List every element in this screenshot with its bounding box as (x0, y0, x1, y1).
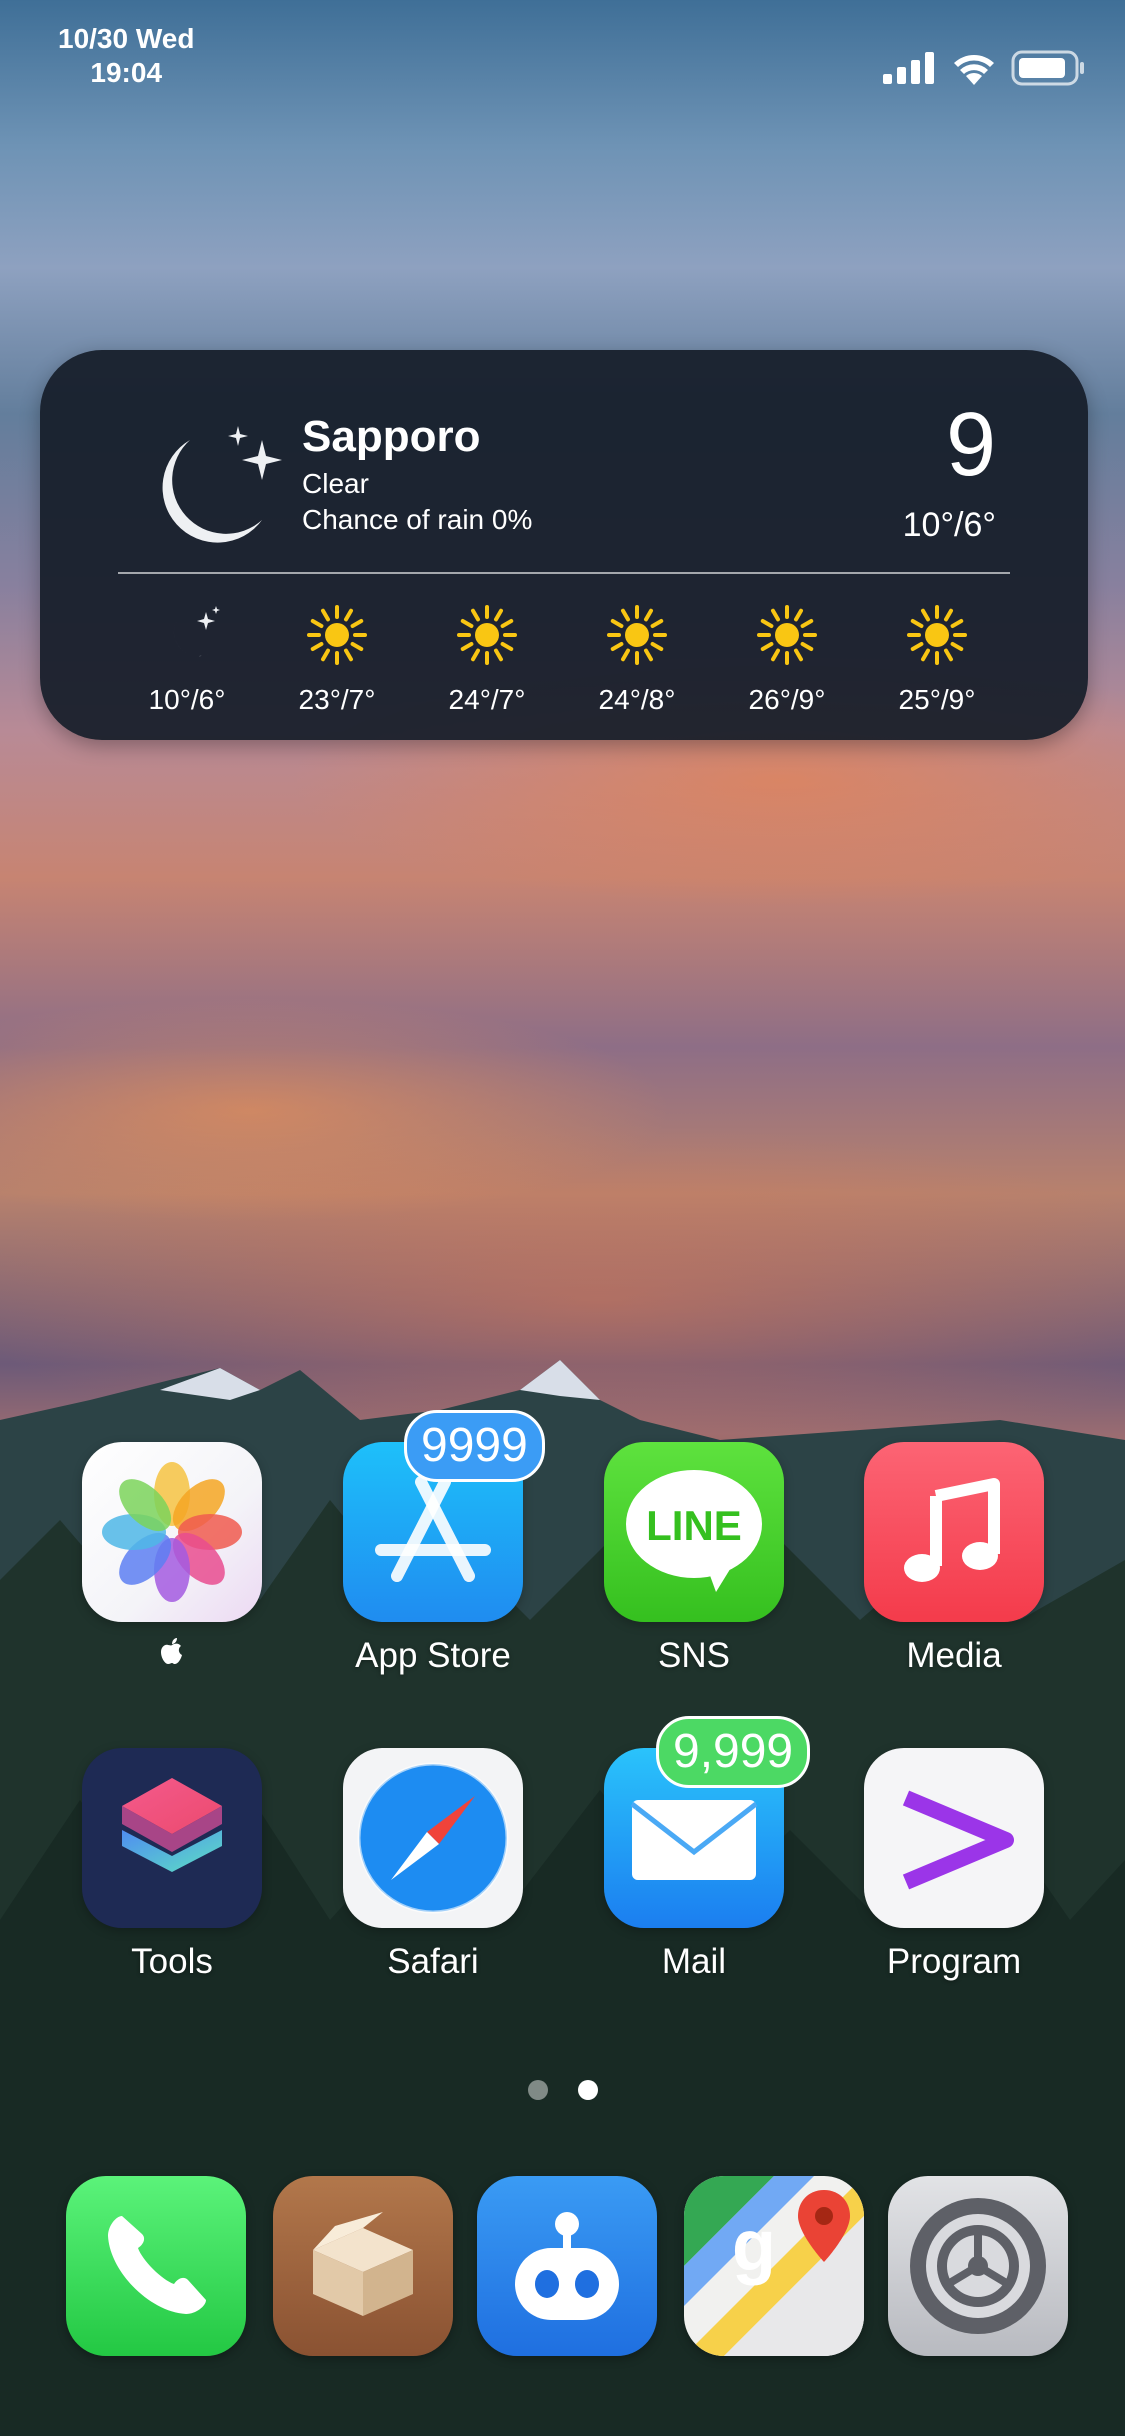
weather-condition: Clear (302, 468, 369, 499)
forecast-day: 23°/7° (262, 600, 412, 716)
forecast-day: 10°/6° (112, 600, 262, 716)
weather-rain-chance: Chance of rain 0% (302, 504, 533, 535)
app-safari[interactable]: Safari (343, 1748, 523, 1982)
app-media[interactable]: Media (864, 1442, 1044, 1676)
weather-temp-range: 10°/6° (902, 506, 996, 544)
notification-badge: 9,999 (656, 1716, 811, 1788)
forecast-day: 26°/9° (712, 600, 862, 716)
forecast-temps: 10°/6° (148, 684, 226, 715)
app-tools[interactable]: Tools (82, 1748, 262, 1982)
weather-city: Sapporo (302, 412, 481, 461)
forecast-temps: 26°/9° (748, 684, 826, 715)
status-date-time: 10/30 Wed 19:04 (58, 22, 194, 90)
apple-logo-icon (161, 1638, 182, 1664)
wifi-icon (954, 55, 994, 85)
safari-icon (343, 1748, 523, 1928)
forecast-day: 24°/7° (412, 600, 562, 716)
forecast-temps: 24°/7° (448, 684, 526, 715)
signal-icon (883, 52, 934, 84)
app-sns[interactable]: LINE SNS (604, 1442, 784, 1676)
cydia-icon[interactable] (273, 2176, 453, 2356)
shortcuts-icon (82, 1748, 262, 1928)
sun-icon (907, 605, 967, 665)
status-time: 19:04 (90, 57, 163, 88)
forecast-temps: 23°/7° (298, 684, 376, 715)
app-label: SNS (658, 1636, 730, 1675)
robot-icon[interactable] (477, 2176, 657, 2356)
forecast-day: 24°/8° (562, 600, 712, 716)
status-date: 10/30 Wed (58, 23, 195, 54)
app-photos[interactable] (82, 1442, 262, 1676)
music-icon (864, 1442, 1044, 1622)
page-dot[interactable] (528, 2080, 548, 2100)
sun-icon (307, 605, 367, 665)
phone-icon[interactable] (66, 2176, 246, 2356)
photos-icon (82, 1442, 262, 1622)
forecast-temps: 25°/9° (898, 684, 976, 715)
app-label: App Store (355, 1636, 511, 1675)
app-label (82, 1636, 262, 1676)
app-label: Media (906, 1636, 1002, 1675)
forecast-temps: 24°/8° (598, 684, 676, 715)
forecast-day: 25°/9° (862, 600, 1012, 716)
line-logo-text: LINE (646, 1502, 742, 1549)
app-label: Mail (661, 1942, 727, 1981)
battery-icon (1011, 50, 1084, 86)
weather-forecast: 10°/6° 23°/7° 24°/7° 24°/8° 26°/9° 25°/9… (112, 600, 1012, 716)
sun-icon (607, 605, 667, 665)
app-label: Tools (131, 1942, 213, 1981)
google-maps-icon[interactable]: g (684, 2176, 864, 2356)
page-indicator[interactable] (528, 2080, 598, 2100)
sun-icon (457, 605, 517, 665)
sun-icon (757, 605, 817, 665)
svg-text:g: g (732, 2206, 776, 2286)
program-icon (864, 1748, 1044, 1928)
weather-divider (118, 572, 1010, 574)
weather-current-temp: 9 (945, 395, 996, 495)
moon-stars-icon (162, 426, 282, 543)
status-icons (883, 50, 1085, 86)
app-program[interactable]: Program (864, 1748, 1044, 1982)
line-icon: LINE (604, 1442, 784, 1622)
app-label: Program (886, 1942, 1022, 1981)
page-dot-current[interactable] (578, 2080, 598, 2100)
moon-stars-icon (173, 606, 220, 657)
settings-gear-icon[interactable] (888, 2176, 1068, 2356)
app-label: Safari (387, 1942, 479, 1981)
weather-widget[interactable]: Sapporo Clear Chance of rain 0% 9 10°/6°… (40, 350, 1088, 740)
notification-badge: 9999 (404, 1410, 545, 1482)
